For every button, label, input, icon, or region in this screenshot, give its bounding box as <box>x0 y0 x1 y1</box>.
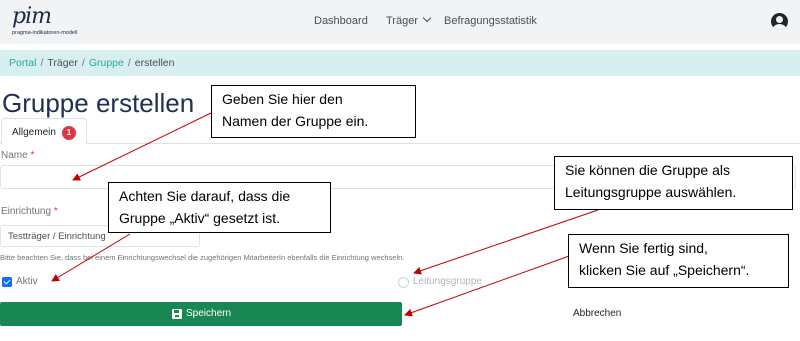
required-marker: * <box>53 206 58 217</box>
chevron-down-icon <box>422 13 432 23</box>
callout-text: Gruppe „Aktiv“ gesetzt ist. <box>119 210 281 226</box>
name-label-text: Name <box>1 150 28 161</box>
breadcrumb-gruppe[interactable]: Gruppe <box>89 57 124 69</box>
einrichtung-hint: Bitte beachten Sie, dass bei einem Einri… <box>0 253 405 262</box>
breadcrumb-traeger[interactable]: Träger <box>47 57 78 69</box>
breadcrumb-bar: Portal / Träger / Gruppe / erstellen <box>0 50 800 76</box>
callout-text: Namen der Gruppe ein. <box>222 113 369 129</box>
nav-statistik-link[interactable]: Befragungsstatistik <box>444 15 537 27</box>
error-count-badge: 1 <box>62 126 76 140</box>
breadcrumb-current: erstellen <box>134 57 175 69</box>
callout-text: Geben Sie hier den <box>222 91 343 107</box>
leitungsgruppe-checkbox[interactable] <box>398 277 409 288</box>
tab-allgemein-label: Allgemein <box>12 127 56 138</box>
nav-links: Dashboard Träger Befragungsstatistik <box>0 0 800 44</box>
user-circle-icon[interactable] <box>771 13 788 30</box>
callout-text: Achten Sie darauf, dass die <box>119 188 291 204</box>
callout-aktiv-hint: Achten Sie darauf, dass die Gruppe „Akti… <box>108 182 331 233</box>
save-button[interactable]: Speichern <box>0 302 402 326</box>
callout-text: klicken Sie auf „Speichern“. <box>579 262 750 278</box>
name-label: Name * <box>1 150 34 161</box>
aktiv-label[interactable]: Aktiv <box>16 276 38 287</box>
breadcrumb-separator: / <box>40 57 44 69</box>
callout-text: Leitungsgruppe auswählen. <box>565 184 737 200</box>
callout-text: Sie können die Gruppe als <box>565 162 730 178</box>
page-title: Gruppe erstellen <box>2 88 195 118</box>
breadcrumb-separator: / <box>127 57 131 69</box>
required-marker: * <box>30 150 35 161</box>
cancel-button[interactable]: Abbrechen <box>573 308 621 319</box>
einrichtung-label: Einrichtung * <box>1 206 58 217</box>
user-icon-shoulders <box>773 24 786 30</box>
einrichtung-select-value: Testträger / Einrichtung <box>8 231 106 242</box>
einrichtung-label-text: Einrichtung <box>1 206 52 217</box>
leitungsgruppe-label[interactable]: Leitungsgruppe <box>413 276 482 287</box>
callout-name-hint: Geben Sie hier den Namen der Gruppe ein. <box>211 85 416 138</box>
breadcrumb-portal[interactable]: Portal <box>9 57 36 69</box>
save-button-label: Speichern <box>186 308 232 319</box>
callout-leitung-hint: Sie können die Gruppe als Leitungsgruppe… <box>554 156 793 210</box>
tab-allgemein[interactable]: Allgemein 1 <box>1 118 87 145</box>
callout-save-hint: Wenn Sie fertig sind, klicken Sie auf „S… <box>568 234 789 288</box>
breadcrumb-separator: / <box>81 57 85 69</box>
nav-traeger-label: Träger <box>386 15 418 27</box>
breadcrumb: Portal / Träger / Gruppe / erstellen <box>9 57 174 69</box>
nav-dashboard-link[interactable]: Dashboard <box>314 15 368 27</box>
nav-traeger-dropdown[interactable]: Träger <box>386 13 432 27</box>
user-icon-head <box>776 16 783 23</box>
save-icon <box>172 309 182 319</box>
top-navbar: pim pragma-indikatoren-modell Dashboard … <box>0 0 800 44</box>
callout-text: Wenn Sie fertig sind, <box>579 240 708 256</box>
aktiv-checkbox[interactable] <box>2 277 12 287</box>
